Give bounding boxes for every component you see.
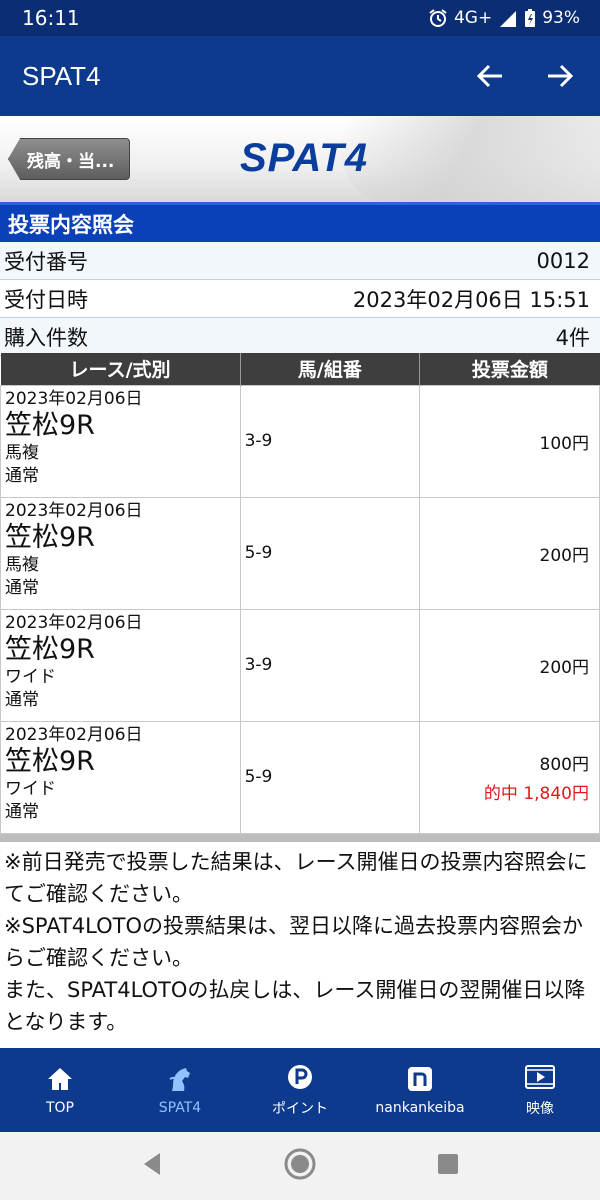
race-name: 笠松9R (5, 521, 95, 553)
table-row: 2023年02月06日 笠松9R ワイド 通常 3-9 200円 (0, 608, 600, 722)
race-date: 2023年02月06日 (5, 388, 143, 409)
purchase-count-value: 4件 (555, 325, 590, 350)
system-back-icon[interactable] (140, 1151, 164, 1181)
receipt-number-value: 0012 (536, 248, 590, 273)
race-date: 2023年02月06日 (5, 724, 143, 745)
receipt-number-row: 受付番号 0012 (0, 242, 600, 280)
signal-icon (498, 9, 518, 27)
home-icon (46, 1064, 74, 1094)
receipt-time-row: 受付日時 2023年02月06日 15:51 (0, 280, 600, 318)
header-banner: 残高・当... SPAT4 (0, 116, 600, 202)
table-row: 2023年02月06日 笠松9R ワイド 通常 5-9 800円 的中 1,84… (0, 720, 600, 834)
note-prior-day: ※前日発売で投票した結果は、レース開催日の投票内容照会にてご確認ください。 (4, 850, 588, 906)
receipt-number-label: 受付番号 (4, 249, 88, 274)
arrow-right-icon[interactable] (542, 58, 578, 94)
point-icon (286, 1062, 314, 1092)
nav-nankankeiba-label: nankankeiba (375, 1100, 465, 1116)
hit-payout: 的中 1,840円 (483, 784, 589, 804)
notes: ※前日発売で投票した結果は、レース開催日の投票内容照会にてご確認ください。 ※S… (0, 846, 600, 1038)
system-nav (0, 1132, 600, 1200)
race-cell: 2023年02月06日 笠松9R 馬複 通常 (0, 496, 241, 610)
purchase-count-label: 購入件数 (4, 325, 88, 350)
battery-level: 93% (542, 8, 580, 28)
nav-point-label: ポイント (272, 1101, 328, 1117)
race-name: 笠松9R (5, 745, 95, 777)
status-time: 16:11 (22, 6, 80, 30)
bet-type: 馬複 (5, 442, 39, 463)
back-to-balance-button[interactable]: 残高・当... (8, 138, 130, 180)
status-icons: 4G+ 93% (428, 8, 580, 28)
race-date: 2023年02月06日 (5, 612, 143, 633)
bet-mode: 通常 (5, 577, 39, 598)
bet-mode: 通常 (5, 689, 39, 710)
table-bottom-bar (0, 834, 600, 842)
purchase-count-row: 購入件数 4件 (0, 318, 600, 356)
race-date: 2023年02月06日 (5, 500, 143, 521)
amount-cell: 100円 (419, 384, 600, 498)
race-cell: 2023年02月06日 笠松9R 馬複 通常 (0, 384, 241, 498)
header-race: レース/式別 (0, 353, 241, 385)
bottom-nav: TOP SPAT4 ポイント nankankeiba 映像 (0, 1048, 600, 1132)
race-name: 笠松9R (5, 633, 95, 665)
nav-nankankeiba[interactable]: nankankeiba (360, 1048, 480, 1132)
nav-point[interactable]: ポイント (240, 1048, 360, 1132)
race-cell: 2023年02月06日 笠松9R ワイド 通常 (0, 608, 241, 722)
receipt-time-value: 2023年02月06日 15:51 (352, 287, 590, 312)
receipt-time-label: 受付日時 (4, 287, 88, 312)
combo-cell: 5-9 (239, 720, 421, 834)
race-name: 笠松9R (5, 409, 95, 441)
nav-top-label: TOP (45, 1100, 74, 1116)
alarm-icon (428, 8, 448, 28)
nankan-icon (407, 1064, 433, 1094)
nav-spat4[interactable]: SPAT4 (120, 1048, 240, 1132)
bets-table: レース/式別 馬/組番 投票金額 2023年02月06日 笠松9R 馬複 通常 … (0, 353, 600, 834)
table-row: 2023年02月06日 笠松9R 馬複 通常 3-9 100円 (0, 384, 600, 498)
nav-video[interactable]: 映像 (480, 1048, 600, 1132)
amount-cell: 200円 (419, 608, 600, 722)
nav-video-label: 映像 (526, 1101, 554, 1117)
race-cell: 2023年02月06日 笠松9R ワイド 通常 (0, 720, 241, 834)
nav-top[interactable]: TOP (0, 1048, 120, 1132)
network-label: 4G+ (453, 8, 493, 28)
horse-icon (166, 1064, 194, 1094)
bet-type: ワイド (5, 778, 56, 799)
header-amount: 投票金額 (419, 353, 600, 385)
bet-amount: 800円 (539, 755, 589, 775)
combo-cell: 3-9 (239, 608, 421, 722)
bet-amount: 100円 (539, 433, 589, 454)
system-recents-icon[interactable] (436, 1152, 460, 1180)
spat4-logo: SPAT4 (240, 136, 368, 180)
nav-spat4-label: SPAT4 (158, 1100, 202, 1116)
header-combo: 馬/組番 (240, 353, 421, 385)
note-loto-results: ※SPAT4LOTOの投票結果は、翌日以降に過去投票内容照会からご確認ください。 (4, 914, 584, 970)
app-bar: SPAT4 (0, 36, 600, 116)
amount-cell: 800円 的中 1,840円 (419, 720, 600, 834)
bet-mode: 通常 (5, 801, 39, 822)
battery-icon (524, 8, 536, 28)
system-home-icon[interactable] (283, 1147, 317, 1185)
status-bar: 16:11 4G+ 93% (0, 0, 600, 36)
note-loto-payout: また、SPAT4LOTOの払戻しは、レース開催日の翌開催日以降となります。 (4, 978, 586, 1034)
combo-cell: 5-9 (239, 496, 421, 610)
app-title: SPAT4 (22, 60, 101, 91)
nav-arrows (472, 58, 578, 94)
bet-amount: 200円 (539, 545, 589, 566)
table-row: 2023年02月06日 笠松9R 馬複 通常 5-9 200円 (0, 496, 600, 610)
bet-type: ワイド (5, 666, 56, 687)
combo-cell: 3-9 (239, 384, 421, 498)
page-title: 投票内容照会 (0, 202, 600, 242)
bet-type: 馬複 (5, 554, 39, 575)
bet-amount: 200円 (539, 657, 589, 678)
bet-mode: 通常 (5, 465, 39, 486)
amount-cell: 200円 (419, 496, 600, 610)
table-header-row: レース/式別 馬/組番 投票金額 (0, 353, 600, 385)
video-icon (525, 1062, 555, 1092)
arrow-left-icon[interactable] (472, 58, 508, 94)
